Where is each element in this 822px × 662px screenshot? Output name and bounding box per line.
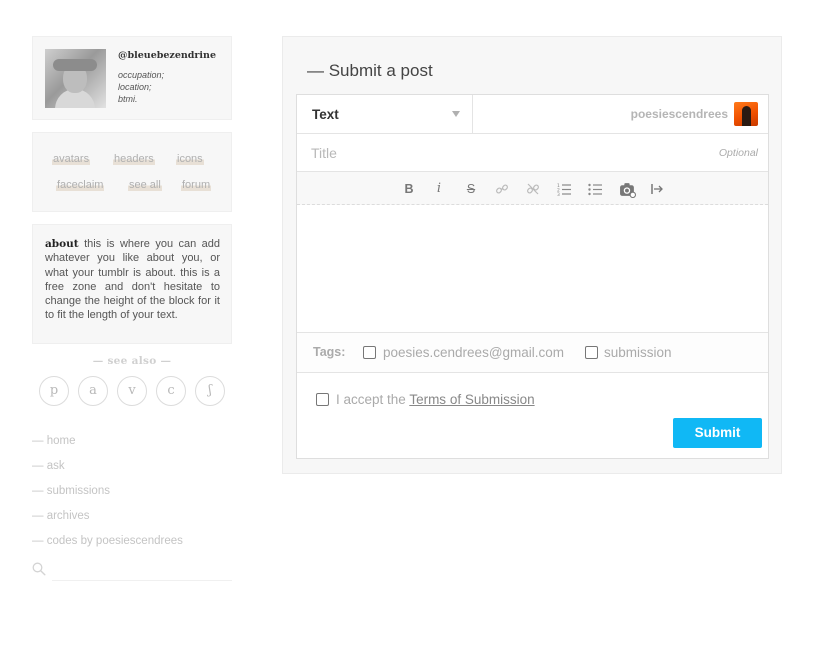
read-more-icon[interactable] bbox=[647, 179, 667, 199]
tag-option-email[interactable]: poesies.cendrees@gmail.com bbox=[383, 345, 564, 360]
chevron-down-icon bbox=[452, 111, 460, 117]
unordered-list-icon[interactable] bbox=[585, 179, 605, 199]
submit-panel: — Submit a post Text poesiescendrees Opt… bbox=[282, 36, 782, 474]
camera-icon[interactable] bbox=[617, 179, 637, 199]
post-type-select[interactable]: Text bbox=[297, 95, 473, 133]
nav-submissions[interactable]: — submissions bbox=[32, 485, 110, 497]
profile-btmi: btmi. bbox=[118, 94, 138, 104]
about-text[interactable]: about this is where you can add whatever… bbox=[45, 237, 220, 329]
strikethrough-icon[interactable]: S bbox=[461, 179, 481, 199]
tag-checkbox-submission[interactable] bbox=[585, 346, 598, 359]
title-row: Optional bbox=[297, 134, 768, 172]
post-header-row: Text poesiescendrees bbox=[297, 95, 768, 134]
title-input[interactable] bbox=[311, 143, 691, 163]
post-body-editor[interactable] bbox=[297, 206, 768, 333]
profile-location: location; bbox=[118, 82, 152, 92]
tags-label: Tags: bbox=[313, 345, 346, 359]
tag-links-box: avatars headers icons faceclaim see all … bbox=[32, 132, 232, 212]
blog-avatar bbox=[734, 102, 758, 126]
nav-ask[interactable]: — ask bbox=[32, 460, 65, 472]
blog-name: poesiescendrees bbox=[630, 107, 728, 121]
see-also-link-p[interactable]: p bbox=[39, 376, 69, 406]
about-body: this is where you can add whatever you l… bbox=[45, 238, 220, 322]
see-also-link-a[interactable]: a bbox=[78, 376, 108, 406]
editor-toolbar: B i S 123 bbox=[297, 172, 768, 205]
profile-card: @bleuebezendrine occupation; location; b… bbox=[32, 36, 232, 120]
tags-row: Tags: poesies.cendrees@gmail.com submiss… bbox=[297, 333, 768, 373]
tag-option-submission[interactable]: submission bbox=[604, 345, 672, 360]
profile-handle[interactable]: @bleuebezendrine bbox=[118, 50, 216, 61]
page-title: — Submit a post bbox=[307, 61, 433, 80]
see-also-link-c[interactable]: c bbox=[156, 376, 186, 406]
tag-link-see-all[interactable]: see all bbox=[128, 179, 162, 191]
italic-icon[interactable]: i bbox=[429, 179, 449, 199]
profile-avatar[interactable] bbox=[45, 49, 106, 108]
see-also-link-v[interactable]: v bbox=[117, 376, 147, 406]
tag-link-faceclaim[interactable]: faceclaim bbox=[56, 179, 105, 191]
search-input-underline[interactable] bbox=[52, 580, 232, 581]
tag-link-icons[interactable]: icons bbox=[176, 153, 204, 165]
post-type-value: Text bbox=[312, 107, 339, 122]
tag-link-avatars[interactable]: avatars bbox=[52, 153, 91, 165]
submit-button[interactable]: Submit bbox=[673, 418, 762, 448]
terms-of-submission-link[interactable]: Terms of Submission bbox=[409, 392, 534, 407]
see-also-heading: — see also — bbox=[92, 355, 172, 367]
tag-link-headers[interactable]: headers bbox=[113, 153, 155, 165]
nav-codes-credit[interactable]: — codes by poesiescendrees bbox=[32, 535, 183, 547]
tag-checkbox-email[interactable] bbox=[363, 346, 376, 359]
accept-terms-checkbox[interactable] bbox=[316, 393, 329, 406]
submission-form: Text poesiescendrees Optional B i S 123 bbox=[296, 94, 769, 459]
profile-occupation: occupation; bbox=[118, 70, 165, 80]
bold-icon[interactable]: B bbox=[399, 179, 419, 199]
unlink-icon[interactable] bbox=[523, 179, 543, 199]
link-icon[interactable] bbox=[492, 179, 512, 199]
accept-terms-label: I accept the Terms of Submission bbox=[336, 392, 535, 407]
optional-label: Optional bbox=[718, 147, 758, 159]
nav-archives[interactable]: — archives bbox=[32, 510, 90, 522]
accept-terms-prefix: I accept the bbox=[336, 392, 406, 407]
see-also-link-esh[interactable]: ʃ bbox=[195, 376, 225, 406]
nav-home[interactable]: — home bbox=[32, 435, 75, 447]
about-label: about bbox=[45, 238, 79, 250]
ordered-list-icon[interactable]: 123 bbox=[554, 179, 574, 199]
svg-text:3: 3 bbox=[557, 192, 560, 196]
search-icon[interactable] bbox=[32, 562, 46, 576]
about-box: about this is where you can add whatever… bbox=[32, 224, 232, 344]
tag-link-forum[interactable]: forum bbox=[181, 179, 212, 191]
